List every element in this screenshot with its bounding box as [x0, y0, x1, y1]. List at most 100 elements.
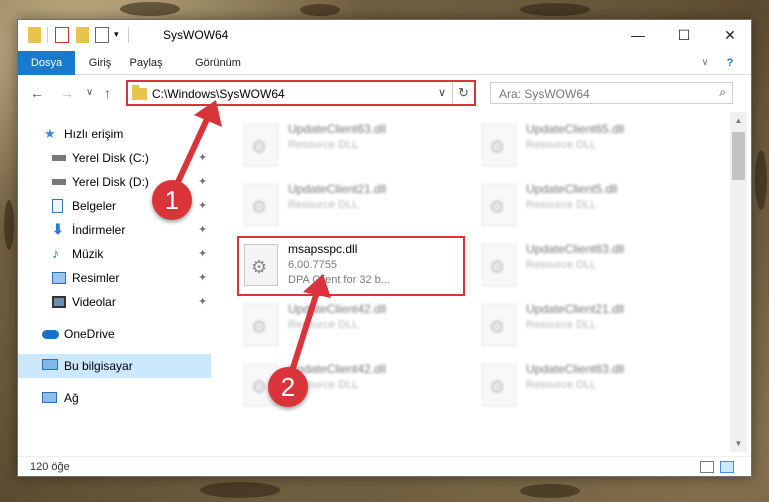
tiles-view-icon[interactable] [720, 461, 734, 473]
tab-view[interactable]: Görünüm [188, 51, 248, 75]
pin-icon[interactable]: ✦ [198, 295, 207, 308]
pin-icon[interactable]: ✦ [198, 247, 207, 260]
sidebar-item-label: Yerel Disk (D:) [72, 175, 149, 189]
dll-file-icon: ⚙ [244, 184, 278, 226]
file-type: Resource DLL [526, 199, 597, 211]
details-view-icon[interactable] [700, 461, 714, 473]
folder-icon [132, 85, 147, 100]
sidebar-item-label: OneDrive [64, 327, 115, 341]
list-item[interactable]: ⚙ UpdateClient63.dll Resource DLL [476, 358, 701, 414]
search-icon[interactable]: ⌕ [719, 85, 726, 100]
step-badge-2: 2 [268, 367, 308, 407]
file-type: Resource DLL [526, 139, 597, 151]
ribbon-tabs: Dosya Giriş Paylaş Görünüm ∨ ? [18, 51, 751, 75]
list-item[interactable]: ⚙ UpdateClient63.dll Resource DLL [476, 238, 701, 294]
sidebar-item-label: Hızlı erişim [64, 127, 124, 141]
sidebar-item-music[interactable]: ♪ Müzik ✦ [18, 242, 211, 266]
file-type: Resource DLL [526, 259, 597, 271]
file-type: Resource DLL [288, 199, 359, 211]
step-badge-1: 1 [152, 180, 192, 220]
pin-icon[interactable]: ✦ [198, 271, 207, 284]
back-button[interactable]: ← [30, 85, 44, 101]
file-name: UpdateClient63.dll [526, 362, 625, 376]
divider [47, 27, 48, 43]
file-name: UpdateClient63.dll [526, 242, 625, 256]
pin-icon[interactable]: ✦ [198, 223, 207, 236]
search-input[interactable]: Ara: SysWOW64 ⌕ [490, 82, 733, 104]
file-type: Resource DLL [526, 319, 597, 331]
tab-home[interactable]: Giriş [80, 51, 120, 75]
cloud-icon [42, 330, 59, 339]
vertical-scrollbar[interactable]: ▲ ▼ [730, 112, 747, 452]
scroll-thumb[interactable] [732, 132, 745, 180]
divider [128, 27, 129, 43]
list-item[interactable]: ⚙ UpdateClient21.dll Resource DLL [238, 178, 463, 234]
scroll-up-icon[interactable]: ▲ [730, 112, 747, 129]
download-icon: ⬇ [52, 221, 64, 237]
recent-locations-button[interactable]: ∨ [86, 87, 93, 98]
file-name: UpdateClient21.dll [288, 182, 387, 196]
folder-icon [28, 27, 41, 43]
window-title: SysWOW64 [163, 28, 229, 42]
tab-file[interactable]: Dosya [18, 51, 75, 75]
sidebar-item-onedrive[interactable]: OneDrive [18, 322, 211, 346]
picture-icon [52, 272, 66, 284]
sidebar-item-label: Ağ [64, 391, 79, 405]
dll-file-icon: ⚙ [482, 304, 516, 346]
sidebar-item-downloads[interactable]: ⬇ İndirmeler ✦ [18, 218, 211, 242]
up-button[interactable]: ↑ [104, 85, 111, 101]
sidebar-item-label: Resimler [72, 271, 120, 285]
dll-file-icon: ⚙ [482, 244, 516, 286]
item-count: 120 öğe [30, 461, 70, 473]
dll-file-icon: ⚙ [482, 124, 516, 166]
close-button[interactable]: ✕ [707, 20, 753, 51]
video-icon [52, 296, 66, 308]
minimize-button[interactable]: — [615, 20, 661, 51]
document-icon [52, 199, 63, 213]
sidebar-item-network[interactable]: Ağ [18, 386, 211, 410]
dll-file-icon: ⚙ [244, 304, 278, 346]
network-icon [42, 392, 57, 403]
search-placeholder: Ara: SysWOW64 [499, 87, 590, 101]
address-row: ← → ∨ ↑ C:\Windows\SysWOW64 ∨ ↻ Ara: Sys… [18, 76, 751, 110]
sidebar-item-label: Videolar [72, 295, 116, 309]
sidebar-item-label: Yerel Disk (C:) [72, 151, 149, 165]
sidebar-item-label: İndirmeler [72, 223, 126, 237]
file-name: UpdateClient63.dll [288, 122, 387, 136]
sidebar-item-label: Müzik [72, 247, 104, 261]
view-options-icon[interactable] [95, 27, 109, 43]
star-icon: ★ [44, 126, 56, 141]
sidebar-item-label: Belgeler [72, 199, 117, 213]
computer-icon [42, 359, 58, 370]
maximize-button[interactable]: ☐ [661, 20, 707, 51]
list-item[interactable]: ⚙ UpdateClient21.dll Resource DLL [476, 298, 701, 354]
drive-icon [52, 179, 66, 185]
status-bar: 120 öğe [18, 456, 751, 478]
ribbon-collapse-icon[interactable]: ∨ [698, 51, 712, 75]
properties-icon[interactable] [55, 27, 69, 43]
scroll-down-icon[interactable]: ▼ [730, 435, 747, 452]
dll-file-icon: ⚙ [482, 364, 516, 406]
tab-share[interactable]: Paylaş [122, 51, 170, 75]
sidebar-item-label: Bu bilgisayar [64, 359, 133, 373]
dll-file-icon: ⚙ [244, 124, 278, 166]
sidebar-item-pictures[interactable]: Resimler ✦ [18, 266, 211, 290]
list-item[interactable]: ⚙ UpdateClient65.dll Resource DLL [476, 118, 701, 174]
file-type: Resource DLL [288, 139, 359, 151]
file-name: UpdateClient65.dll [526, 122, 625, 136]
file-name: UpdateClient5.dll [526, 182, 618, 196]
music-icon: ♪ [52, 245, 59, 261]
sidebar-item-this-pc[interactable]: Bu bilgisayar [18, 354, 211, 378]
drive-icon [52, 155, 66, 161]
title-bar: ▾ SysWOW64 — ☐ ✕ [18, 20, 751, 51]
file-name: UpdateClient21.dll [526, 302, 625, 316]
sidebar-item-videos[interactable]: Videolar ✦ [18, 290, 211, 314]
customize-toolbar-icon[interactable]: ▾ [114, 29, 119, 45]
forward-button[interactable]: → [60, 85, 74, 101]
list-item[interactable]: ⚙ UpdateClient5.dll Resource DLL [476, 178, 701, 234]
list-item[interactable]: ⚙ UpdateClient63.dll Resource DLL [238, 118, 463, 174]
refresh-button[interactable]: ↻ [452, 82, 474, 104]
new-folder-icon[interactable] [76, 27, 89, 43]
chevron-down-icon[interactable]: ∨ [438, 86, 446, 99]
help-icon[interactable]: ? [718, 51, 742, 75]
